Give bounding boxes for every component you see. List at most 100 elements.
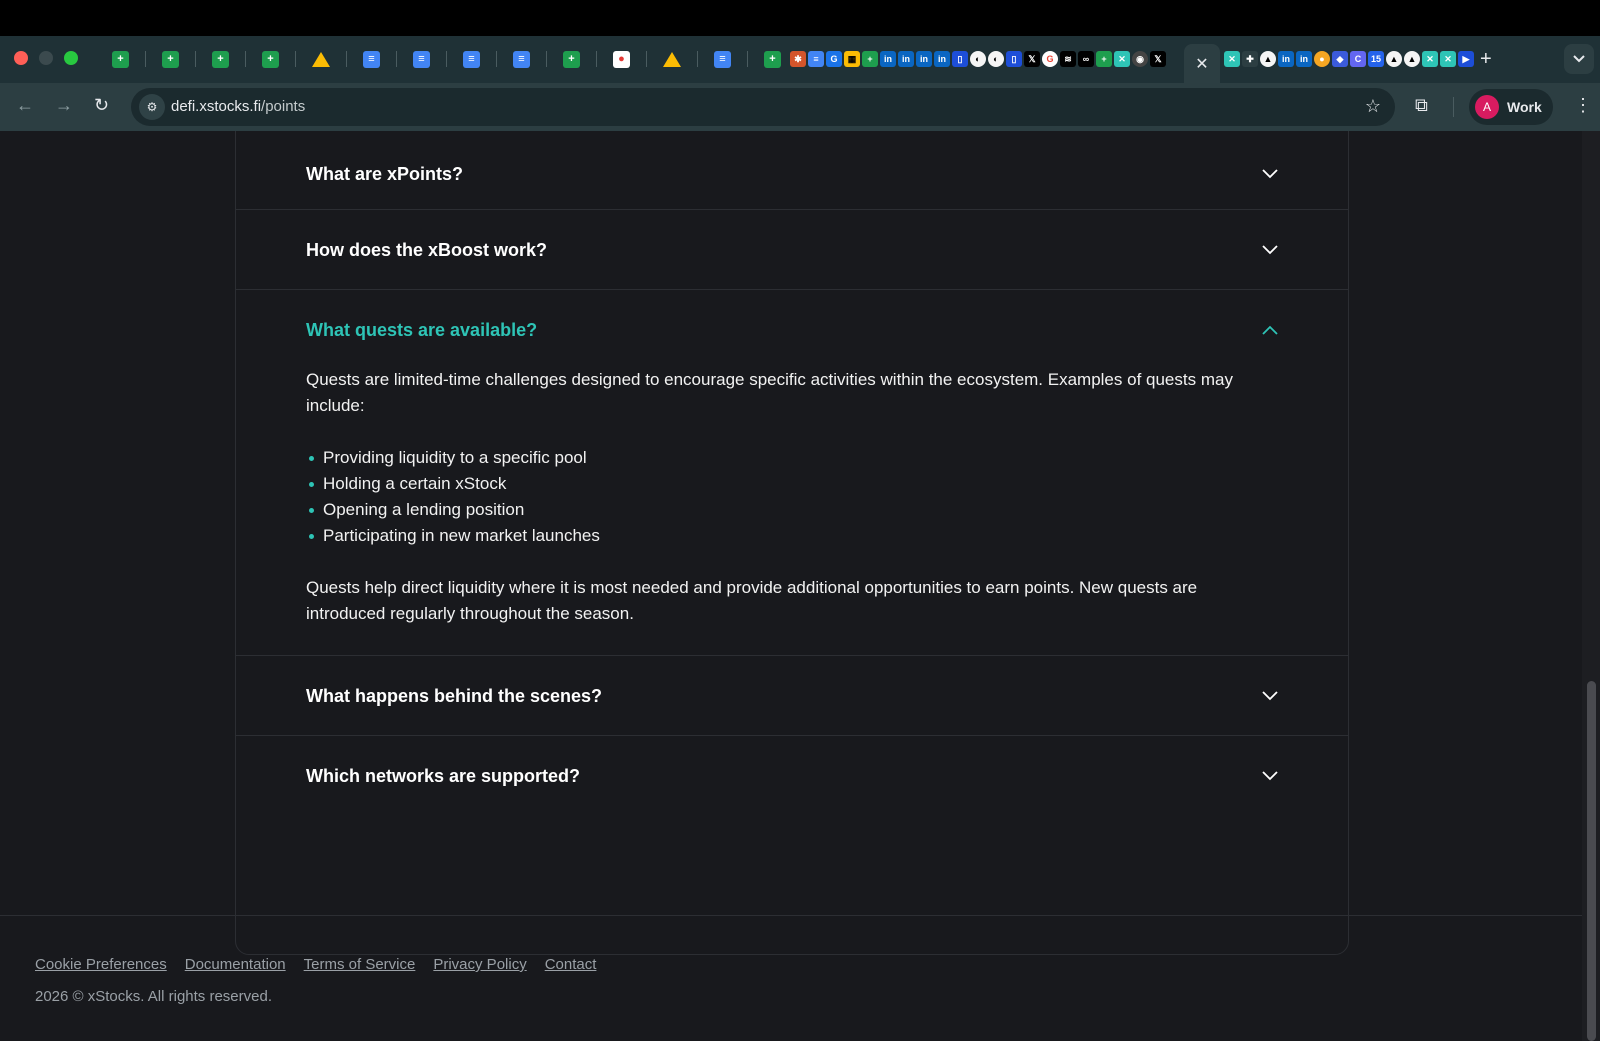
chevron-down-icon[interactable] [1262, 771, 1278, 785]
tab-close-icon[interactable]: ✕ [1195, 54, 1208, 74]
sheets-tab-icon[interactable]: + [1096, 51, 1112, 67]
layers-tab-icon[interactable]: ≋ [1060, 51, 1076, 67]
docs-tab-icon[interactable]: ≡ [808, 51, 824, 67]
active-tab[interactable]: ✕ [1184, 44, 1220, 83]
terms-of-service-link[interactable]: Terms of Service [304, 956, 416, 973]
scrollbar-thumb[interactable] [1587, 681, 1596, 1041]
chevron-up-icon[interactable] [1262, 325, 1278, 339]
site-info-icon[interactable]: ⚙ [139, 94, 165, 120]
profile-button[interactable]: A Work [1469, 89, 1553, 125]
documentation-link[interactable]: Documentation [185, 956, 286, 973]
link-tab-icon[interactable]: ∞ [1078, 51, 1094, 67]
drive-tab-icon[interactable] [663, 51, 681, 67]
compact-tabs-right: ✕ ✚ ▲ in in ● ◆ C 15 ▲ ▲ ✕ ✕ ▶ [1224, 51, 1474, 68]
drive-tab-icon[interactable] [312, 51, 330, 67]
tab-divider [396, 51, 397, 67]
calendar-tab-icon[interactable]: ● [613, 50, 630, 68]
docs-tab-icon[interactable]: ≡ [513, 50, 530, 68]
avatar: A [1475, 95, 1499, 119]
globe-tab-icon[interactable]: ◐ [988, 51, 1004, 67]
app-tab-icon[interactable]: ▲ [1260, 51, 1276, 67]
faq-item[interactable]: What happens behind the scenes? [236, 656, 1348, 736]
window-minimize-button[interactable] [39, 51, 53, 65]
sheets-tab-icon[interactable]: + [212, 50, 229, 68]
faq-item-expanded[interactable]: What quests are available? Quests are li… [236, 290, 1348, 656]
linkedin-tab-icon[interactable]: in [880, 51, 896, 67]
app-tab-icon[interactable]: ● [1314, 51, 1330, 67]
bookmark-star-icon[interactable]: ☆ [1365, 96, 1381, 117]
linkedin-tab-icon[interactable]: in [934, 51, 950, 67]
sheets-tab-icon[interactable]: + [862, 51, 878, 67]
puzzle-tab-icon[interactable]: ✚ [1242, 51, 1258, 67]
answer-bullet-list: Providing liquidity to a specific pool H… [306, 445, 1266, 549]
xstocks-tab-icon[interactable]: ✕ [1422, 51, 1438, 67]
page-scrollbar[interactable] [1582, 131, 1600, 1041]
claude-tab-icon[interactable]: ✱ [790, 51, 806, 67]
sheets-tab-icon[interactable]: + [563, 50, 580, 68]
tab-divider [546, 51, 547, 67]
faq-question[interactable]: What happens behind the scenes? [306, 686, 602, 707]
url-host: defi.xstocks.fi [171, 98, 262, 115]
chevron-down-icon[interactable] [1262, 691, 1278, 705]
grammarly-tab-icon[interactable]: G [826, 51, 842, 67]
globe-tab-icon[interactable]: ◉ [1132, 51, 1148, 67]
x-tab-icon[interactable]: 𝕏 [1024, 51, 1040, 67]
app-tab-icon[interactable]: ▶ [1458, 51, 1474, 67]
sheets-tab-icon[interactable]: + [764, 50, 781, 68]
faq-question[interactable]: What are xPoints? [306, 164, 463, 185]
calendar-tab-icon[interactable]: ▦ [844, 51, 860, 67]
faq-item[interactable]: What are xPoints? [236, 131, 1348, 210]
chevron-down-icon[interactable] [1262, 245, 1278, 259]
tab-divider [245, 51, 246, 67]
extensions-puzzle-icon[interactable]: ⧉ [1415, 95, 1428, 116]
docs-tab-icon[interactable]: ≡ [463, 50, 480, 68]
list-item: Participating in new market launches [306, 523, 1266, 549]
sheets-tab-icon[interactable]: + [162, 50, 179, 68]
app-tab-icon[interactable]: ▲ [1386, 51, 1402, 67]
faq-item[interactable]: How does the xBoost work? [236, 210, 1348, 290]
window-maximize-button[interactable] [64, 51, 78, 65]
calendar-tab-icon[interactable]: 15 [1368, 51, 1384, 67]
sheets-tab-icon[interactable]: + [262, 50, 279, 68]
more-menu-icon[interactable]: ⋮ [1574, 95, 1592, 116]
x-tab-icon[interactable]: 𝕏 [1150, 51, 1166, 67]
chevron-down-icon[interactable] [1262, 169, 1278, 183]
sheets-tab-icon[interactable]: + [112, 50, 129, 68]
faq-item[interactable]: Which networks are supported? [236, 736, 1348, 816]
new-tab-button[interactable]: + [1480, 48, 1492, 71]
app-tab-icon[interactable]: ▯ [952, 51, 968, 67]
docs-tab-icon[interactable]: ≡ [714, 50, 731, 68]
xstocks-tab-icon[interactable]: ✕ [1114, 51, 1130, 67]
linkedin-tab-icon[interactable]: in [898, 51, 914, 67]
app-tab-icon[interactable]: ◆ [1332, 51, 1348, 67]
back-arrow-icon[interactable]: ← [16, 95, 34, 116]
forward-arrow-icon[interactable]: → [55, 95, 73, 116]
linkedin-tab-icon[interactable]: in [1278, 51, 1294, 67]
docs-tab-icon[interactable]: ≡ [413, 50, 430, 68]
tab-divider [446, 51, 447, 67]
docs-tab-icon[interactable]: ≡ [363, 50, 380, 68]
app-tab-icon[interactable]: C [1350, 51, 1366, 67]
app-tab-icon[interactable]: ▯ [1006, 51, 1022, 67]
faq-question[interactable]: What quests are available? [306, 320, 537, 341]
url-text[interactable]: defi.xstocks.fi/points [171, 98, 305, 115]
globe-tab-icon[interactable]: ◐ [970, 51, 986, 67]
tab-search-button[interactable] [1564, 44, 1594, 74]
tab-divider [195, 51, 196, 67]
reload-icon[interactable]: ↻ [94, 95, 109, 116]
cookie-preferences-link[interactable]: Cookie Preferences [35, 956, 167, 973]
xstocks-tab-icon[interactable]: ✕ [1224, 51, 1240, 67]
xstocks-tab-icon[interactable]: ✕ [1440, 51, 1456, 67]
window-close-button[interactable] [14, 51, 28, 65]
contact-link[interactable]: Contact [545, 956, 597, 973]
browser-tab-strip: + + + + ≡ ≡ ≡ ≡ + ● ≡ + ✱ ≡ G ▦ + in in … [0, 36, 1600, 83]
faq-question[interactable]: How does the xBoost work? [306, 240, 547, 261]
linkedin-tab-icon[interactable]: in [916, 51, 932, 67]
google-tab-icon[interactable]: G [1042, 51, 1058, 67]
address-bar[interactable]: ⚙ defi.xstocks.fi/points ☆ [131, 88, 1395, 126]
tab-divider [346, 51, 347, 67]
linkedin-tab-icon[interactable]: in [1296, 51, 1312, 67]
faq-question[interactable]: Which networks are supported? [306, 766, 580, 787]
privacy-policy-link[interactable]: Privacy Policy [433, 956, 526, 973]
app-tab-icon[interactable]: ▲ [1404, 51, 1420, 67]
